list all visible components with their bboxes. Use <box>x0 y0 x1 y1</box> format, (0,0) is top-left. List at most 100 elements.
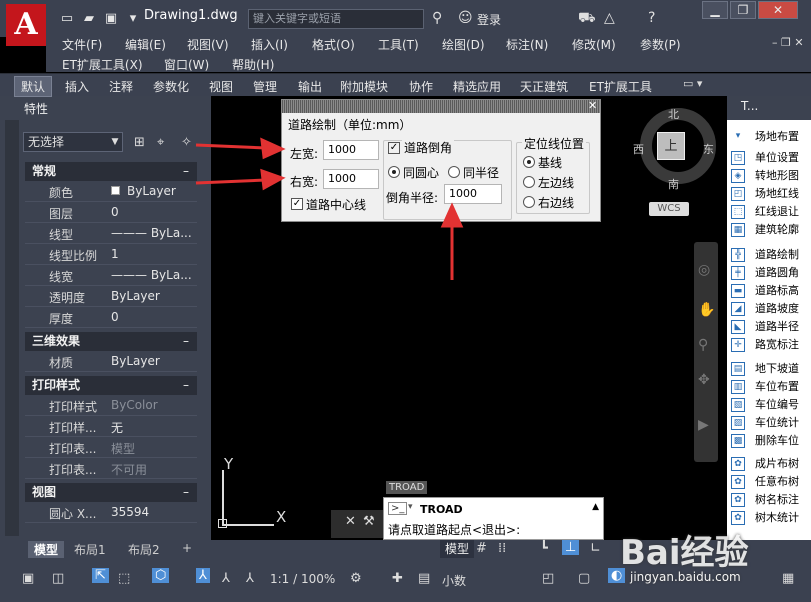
tool-palette-item[interactable]: ▥ 车位布置 <box>727 378 811 396</box>
menu-item[interactable]: 绘图(D) <box>442 36 485 53</box>
layout-tab[interactable]: 布局1 <box>74 541 106 558</box>
ribbon-tab[interactable]: 天正建筑 <box>520 78 568 95</box>
grid-icon[interactable]: # <box>476 541 487 556</box>
ribbon-tab[interactable]: 插入 <box>65 78 89 95</box>
section-header-view[interactable]: 视图 – <box>25 483 197 502</box>
property-row[interactable]: 图层 0 <box>25 202 197 223</box>
ortho-icon[interactable]: ┗ <box>540 541 548 556</box>
plus-icon[interactable]: ✚ <box>392 571 403 586</box>
quick-properties-icon[interactable]: ◰ <box>542 571 554 586</box>
tool-palette-item[interactable]: ◢ 道路坡度 <box>727 300 811 318</box>
selection-cycling-icon[interactable]: ⇱ <box>92 568 109 583</box>
dynamic-ucs-icon[interactable]: ⬡ <box>152 568 170 583</box>
collapse-icon[interactable]: – <box>183 483 189 502</box>
section-header-three_d[interactable]: 三维效果 – <box>25 332 197 351</box>
property-row[interactable]: 打印表... 不可用 <box>25 458 197 479</box>
tool-palette-item[interactable]: ✿ 树木统计 <box>727 509 811 527</box>
tool-palette-item[interactable]: ▾ 场地布置 <box>727 128 811 146</box>
tool-palette-item[interactable]: ✿ 树名标注 <box>727 491 811 509</box>
property-row[interactable]: 线宽 ——— ByLa... <box>25 265 197 286</box>
property-row[interactable]: 打印样... 无 <box>25 416 197 437</box>
ribbon-tab[interactable]: 协作 <box>409 78 433 95</box>
tool-palette-item[interactable]: ✿ 任意布树 <box>727 473 811 491</box>
chevron-down-icon[interactable]: ▾ <box>408 502 413 512</box>
menu-item[interactable]: 视图(V) <box>187 36 229 53</box>
menu-item[interactable]: 工具(T) <box>378 36 419 53</box>
layout-tab[interactable]: + <box>182 541 192 555</box>
customization-icon[interactable]: ▦ <box>782 571 794 586</box>
collapse-icon[interactable]: – <box>183 376 189 395</box>
ribbon-tab[interactable]: 默认 <box>14 76 53 97</box>
menu-item[interactable]: 插入(I) <box>251 36 288 53</box>
property-row[interactable]: 厚度 0 <box>25 307 197 328</box>
tool-palette-item[interactable]: ◳ 单位设置 <box>727 149 811 167</box>
annotation-scale-value[interactable]: 1:1 / 100% <box>270 572 335 586</box>
annotation-visibility-icon[interactable]: ⅄ <box>196 568 210 583</box>
collapse-icon[interactable]: – <box>183 162 189 181</box>
tool-palette-item[interactable]: ⬚ 红线退让 <box>727 203 811 221</box>
lock-ui-icon[interactable]: ▢ <box>578 571 590 586</box>
tool-palette-item[interactable]: ▨ 车位统计 <box>727 414 811 432</box>
ribbon-tab[interactable]: 附加模块 <box>340 78 388 95</box>
property-row[interactable]: 线型 ——— ByLa... <box>25 223 197 244</box>
ribbon-tab[interactable]: 输出 <box>298 78 322 95</box>
property-row[interactable]: 材质 ByLayer <box>25 351 197 372</box>
tool-palette-item[interactable]: ╬ 道路绘制 <box>727 246 811 264</box>
property-row[interactable]: 线型比例 1 <box>25 244 197 265</box>
units-value[interactable]: 小数 <box>442 572 466 589</box>
wrench-icon[interactable]: ⚒ <box>363 514 375 529</box>
auto-scale-icon[interactable]: ⅄ <box>222 571 230 586</box>
chamfer-checkbox[interactable]: ✓ <box>388 142 400 154</box>
menu-item[interactable]: 格式(O) <box>312 36 355 53</box>
ribbon-tab[interactable]: 注释 <box>109 78 133 95</box>
app-logo[interactable]: A <box>6 4 46 46</box>
ribbon-tab[interactable]: 参数化 <box>153 78 189 95</box>
property-row[interactable]: 颜色 ByLayer <box>25 181 197 202</box>
tool-palette-item[interactable]: ◰ 场地红线 <box>727 185 811 203</box>
snap-icon[interactable]: ⁞⁞ <box>498 541 506 556</box>
menu-item[interactable]: 窗口(W) <box>164 56 209 73</box>
menu-item[interactable]: 文件(F) <box>62 36 102 53</box>
isodraft-icon[interactable]: ∟ <box>590 541 601 556</box>
menu-item[interactable]: 标注(N) <box>506 36 548 53</box>
tool-palette-item[interactable]: ✛ 路宽标注 <box>727 336 811 354</box>
menu-item[interactable]: 修改(M) <box>572 36 616 53</box>
menu-item[interactable]: 帮助(H) <box>232 56 274 73</box>
tool-palette-item[interactable]: ▧ 车位编号 <box>727 396 811 414</box>
collapse-icon[interactable]: – <box>183 332 189 351</box>
ribbon-tab[interactable]: 管理 <box>253 78 277 95</box>
menu-item[interactable]: 编辑(E) <box>125 36 166 53</box>
property-row[interactable]: 打印表... 模型 <box>25 437 197 458</box>
menu-item[interactable]: 参数(P) <box>640 36 681 53</box>
section-header-plot[interactable]: 打印样式 – <box>25 376 197 395</box>
menu-item[interactable]: ET扩展工具(X) <box>62 56 143 73</box>
layout-tab[interactable]: 布局2 <box>128 541 160 558</box>
units-icon[interactable]: ▤ <box>418 571 430 586</box>
ribbon-tab[interactable]: ET扩展工具 <box>589 78 652 95</box>
polar-icon[interactable]: ⊥ <box>562 540 580 555</box>
property-row[interactable]: 透明度 ByLayer <box>25 286 197 307</box>
tool-palette-item[interactable]: ▬ 道路标高 <box>727 282 811 300</box>
close-icon[interactable]: ✕ <box>345 514 356 529</box>
section-header-general[interactable]: 常规 – <box>25 162 197 181</box>
tool-palette-item[interactable]: ▩ 删除车位 <box>727 432 811 450</box>
gear-icon[interactable]: ⚙ <box>350 571 362 586</box>
tool-palette-item[interactable]: ╪ 道路圆角 <box>727 264 811 282</box>
layout-tab[interactable]: 模型 <box>28 541 65 558</box>
ribbon-tab[interactable]: 视图 <box>209 78 233 95</box>
property-row[interactable]: 打印样式 ByColor <box>25 395 197 416</box>
chevron-up-icon[interactable]: ▲ <box>592 502 599 512</box>
transparency-icon[interactable]: ◫ <box>52 571 64 586</box>
command-line[interactable]: >_ ▾ TROAD ▲ 请点取道路起点<退出>: <box>383 497 604 540</box>
tool-palette-item[interactable]: ✿ 成片布树 <box>727 455 811 473</box>
ribbon-tab[interactable]: 精选应用 <box>453 78 501 95</box>
3d-osnap-icon[interactable]: ⬚ <box>118 571 130 586</box>
tool-palette-item[interactable]: ▤ 地下坡道 <box>727 360 811 378</box>
lwt-icon[interactable]: ▣ <box>22 571 34 586</box>
tool-palette-item[interactable]: ▦ 建筑轮廓 <box>727 221 811 239</box>
model-space-button[interactable]: 模型 <box>440 540 474 558</box>
tool-palette-item[interactable]: ◈ 转地形图 <box>727 167 811 185</box>
property-row[interactable]: 圆心 X... 35594 <box>25 502 197 523</box>
annotation-scale-icon[interactable]: ⅄ <box>246 571 254 586</box>
tool-palette-item[interactable]: ◣ 道路半径 <box>727 318 811 336</box>
